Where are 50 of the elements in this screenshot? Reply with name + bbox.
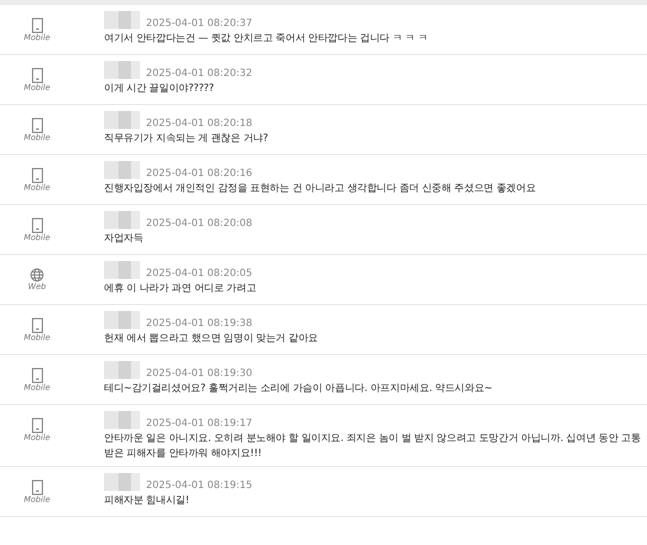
mobile-phone-icon [32,18,42,33]
comment-timestamp: 2025-04-01 08:20:32 [146,69,252,79]
device-label: Mobile [24,495,50,505]
blurred-username [104,211,140,229]
comment-timestamp: 2025-04-01 08:19:30 [146,369,252,379]
device-label: Mobile [24,83,50,93]
comment-timestamp: 2025-04-01 08:19:38 [146,319,252,329]
comment-text: 테디~감기걸리셨어요? 훌쩍거리는 소리에 가슴이 아픕니다. 아프지마세요. 약드시와요~ [104,382,494,396]
mobile-phone-icon [32,168,42,183]
comment-text: 진행자입장에서 개인적인 감정을 표현하는 건 아니라고 생각합니다 좀더 신중해 주셨으면 좋겠어요 [104,182,537,196]
globe-icon [30,268,44,282]
device-label: Mobile [24,133,50,143]
mobile-phone-icon [32,118,42,133]
comment-text: 안타까운 일은 아니지요. 오히려 분노해야 할 일이지요. 죄지은 놈이 벌 받지 않으려고 도망간거 아닙니까. 십여년 동안 고통받은 피해자를 안타까워 해야지요!!! [104,432,641,461]
mobile-phone-icon [32,418,42,433]
device-label: Mobile [24,33,50,43]
comment-text: 직무유기가 지속되는 게 괜찮은 거냐? [104,132,270,146]
comment-text: 자업자득 [104,232,144,246]
comment-timestamp: 2025-04-01 08:19:17 [146,419,252,429]
comment-text: 이게 시간 끌일이야????? [104,82,215,96]
mobile-phone-icon [32,368,42,383]
mobile-phone-icon [32,318,42,333]
blurred-username [104,411,140,429]
comment-timestamp: 2025-04-01 08:20:08 [146,219,252,229]
device-label: Mobile [24,183,50,193]
comment-text: 헌재 에서 뽑으라고 했으면 임명이 맞는거 같아요 [104,332,319,346]
device-label: Mobile [24,433,50,443]
comment-timestamp: 2025-04-01 08:20:16 [146,169,252,179]
comment-timestamp: 2025-04-01 08:20:18 [146,119,252,129]
blurred-username [104,311,140,329]
mobile-phone-icon [32,480,42,495]
comment-text: 피해자분 힘내시길! [104,494,190,508]
comment-timestamp: 2025-04-01 08:20:37 [146,19,252,29]
blurred-username [104,261,140,279]
blurred-username [104,61,140,79]
blurred-username [104,361,140,379]
device-label: Mobile [24,233,50,243]
device-label: Mobile [24,383,50,393]
comment-text: 여기서 안타깝다는건 — 큇값 안치르고 죽어서 안타깝다는 겁니다 ㅋ ㅋ ㅋ [104,32,429,46]
blurred-username [104,161,140,179]
blurred-username [104,11,140,29]
blurred-username [104,473,140,491]
comment-timestamp: 2025-04-01 08:19:15 [146,481,252,491]
blurred-username [104,111,140,129]
mobile-phone-icon [32,218,42,233]
device-label: Web [28,282,46,292]
device-label: Mobile [24,333,50,343]
mobile-phone-icon [32,68,42,83]
comment-timestamp: 2025-04-01 08:20:05 [146,269,252,279]
comment-text: 에휴 이 나라가 과연 어디로 가려고 [104,282,258,296]
